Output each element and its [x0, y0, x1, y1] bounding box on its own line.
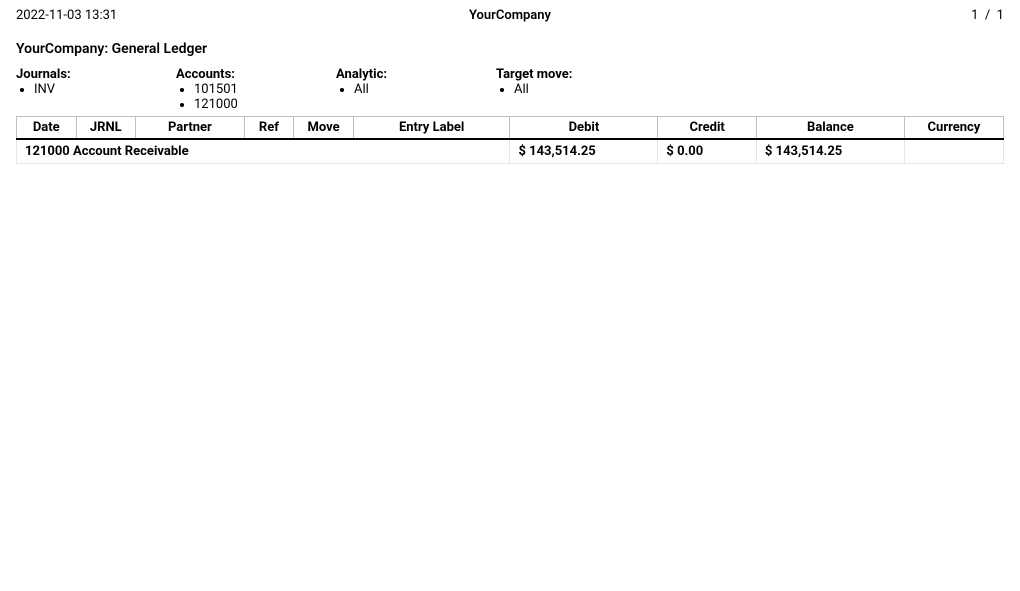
- report-title: YourCompany: General Ledger: [16, 41, 1004, 57]
- account-name-cell: 121000 Account Receivable: [17, 139, 510, 164]
- col-partner: Partner: [136, 117, 244, 140]
- filter-accounts-label: Accounts:: [176, 67, 336, 82]
- credit-cell: $ 0.00: [658, 139, 757, 164]
- report-header: 2022-11-03 13:31 YourCompany 1 / 1: [16, 8, 1004, 23]
- page-indicator: 1 / 1: [675, 8, 1004, 23]
- page-total: 1: [997, 8, 1004, 23]
- filter-target-move: Target move: All: [496, 67, 656, 112]
- filter-journals-label: Journals:: [16, 67, 176, 82]
- table-row: 121000 Account Receivable $ 143,514.25 $…: [17, 139, 1004, 164]
- table-header-row: Date JRNL Partner Ref Move Entry Label D…: [17, 117, 1004, 140]
- page-current: 1: [971, 8, 978, 23]
- col-currency: Currency: [904, 117, 1003, 140]
- col-entry-label: Entry Label: [353, 117, 510, 140]
- company-name: YourCompany: [345, 8, 674, 23]
- filter-target-move-item: All: [514, 82, 656, 97]
- ledger-table: Date JRNL Partner Ref Move Entry Label D…: [16, 116, 1004, 164]
- page-sep: /: [985, 8, 990, 23]
- balance-cell: $ 143,514.25: [756, 139, 904, 164]
- col-date: Date: [17, 117, 77, 140]
- filter-journals: Journals: INV: [16, 67, 176, 112]
- filter-accounts-item: 101501: [194, 82, 336, 97]
- debit-cell: $ 143,514.25: [510, 139, 658, 164]
- report-timestamp: 2022-11-03 13:31: [16, 8, 345, 23]
- filter-accounts-item: 121000: [194, 97, 336, 112]
- filter-accounts: Accounts: 101501 121000: [176, 67, 336, 112]
- filter-analytic: Analytic: All: [336, 67, 496, 112]
- col-move: Move: [294, 117, 354, 140]
- currency-cell: [904, 139, 1003, 164]
- col-debit: Debit: [510, 117, 658, 140]
- filter-analytic-item: All: [354, 82, 496, 97]
- filter-target-move-label: Target move:: [496, 67, 656, 82]
- filter-journals-item: INV: [34, 82, 176, 97]
- filters-block: Journals: INV Accounts: 101501 121000 An…: [16, 67, 1004, 112]
- col-ref: Ref: [244, 117, 294, 140]
- col-jrnl: JRNL: [76, 117, 136, 140]
- col-credit: Credit: [658, 117, 757, 140]
- col-balance: Balance: [756, 117, 904, 140]
- filter-analytic-label: Analytic:: [336, 67, 496, 82]
